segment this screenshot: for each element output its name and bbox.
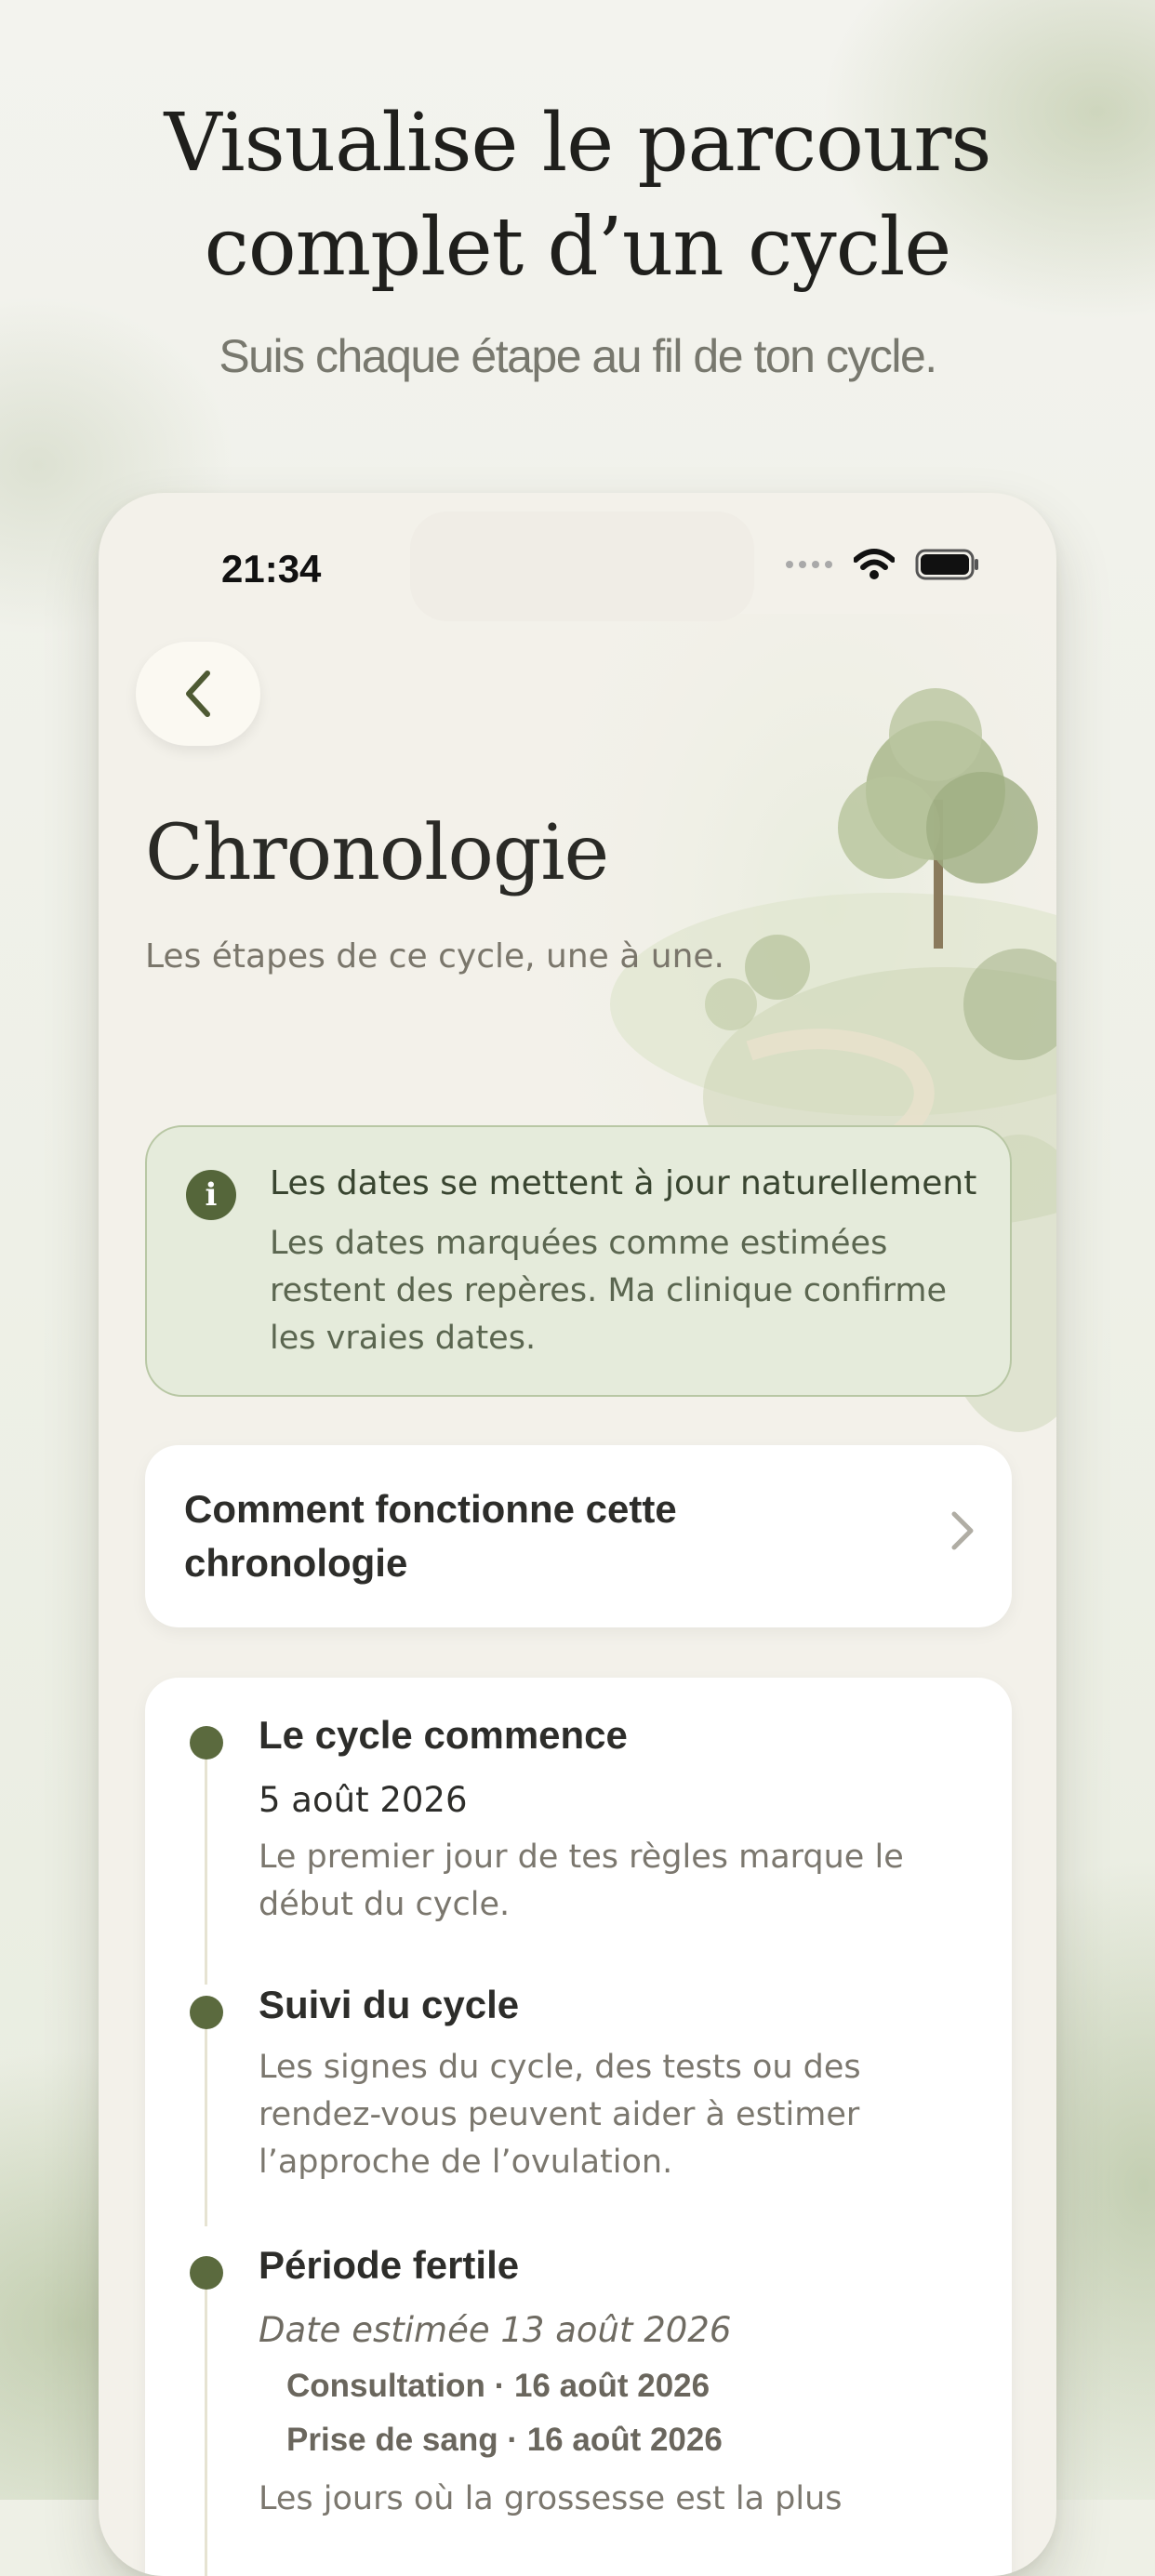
timeline-item-description: Le premier jour de tes règles marque le …	[259, 1839, 904, 1923]
page-subtitle: Les étapes de ce cycle, une à une.	[145, 937, 725, 976]
wifi-icon	[854, 549, 895, 579]
status-time: 21:34	[221, 547, 322, 591]
how-it-works-label: Comment fonctionne cette chronologie	[184, 1487, 677, 1585]
timeline-item-date: 5 août 2026	[259, 1780, 468, 1820]
timeline-connector	[205, 2022, 207, 2226]
timeline-event: Prise de sang · 16 août 2026	[286, 2422, 723, 2458]
info-title: Les dates se mettent à jour naturellemen…	[270, 1164, 977, 1202]
status-icons	[785, 549, 980, 580]
timeline-card: Le cycle commence 5 août 2026 Le premier…	[145, 1678, 1012, 2576]
chevron-left-icon	[186, 671, 210, 717]
timeline-dot	[190, 2256, 223, 2290]
timeline-item-title: Suivi du cycle	[259, 1983, 520, 2026]
timeline-connector	[205, 1752, 207, 1985]
info-banner: i Les dates se mettent à jour naturellem…	[145, 1125, 1012, 1397]
timeline-item-description: Les signes du cycle, des tests ou des re…	[259, 2049, 861, 2181]
back-button[interactable]	[136, 642, 260, 746]
timeline-dot	[190, 1996, 223, 2029]
timeline-dot	[190, 1726, 223, 1759]
hero-title-line1: Visualise le parcours	[164, 97, 991, 190]
battery-icon	[915, 549, 978, 580]
timeline-item-title: Période fertile	[259, 2243, 520, 2287]
hero-subtitle: Suis chaque étape au fil de ton cycle.	[219, 330, 937, 382]
timeline-event: Consultation · 16 août 2026	[286, 2368, 710, 2404]
status-notch	[410, 511, 754, 621]
info-body: Les dates marquées comme estimées resten…	[270, 1225, 948, 1357]
chevron-right-icon	[951, 1511, 974, 1550]
timeline-item-title: Le cycle commence	[259, 1713, 628, 1757]
hero-title: Visualise le parcours complet d’un cycle	[93, 91, 1062, 299]
phone-frame: 21:34 Chronologie Les étapes de ce cycle…	[99, 493, 1056, 2576]
timeline-item-estimated-date: Date estimée 13 août 2026	[259, 2310, 732, 2350]
hero-title-line2: complet d’un cycle	[204, 201, 952, 294]
info-icon: i	[186, 1170, 236, 1220]
page-title: Chronologie	[145, 809, 609, 897]
cellular-dots-icon	[786, 561, 832, 568]
timeline-connector	[205, 2282, 207, 2576]
how-it-works-button[interactable]: Comment fonctionne cette chronologie	[145, 1445, 1012, 1627]
